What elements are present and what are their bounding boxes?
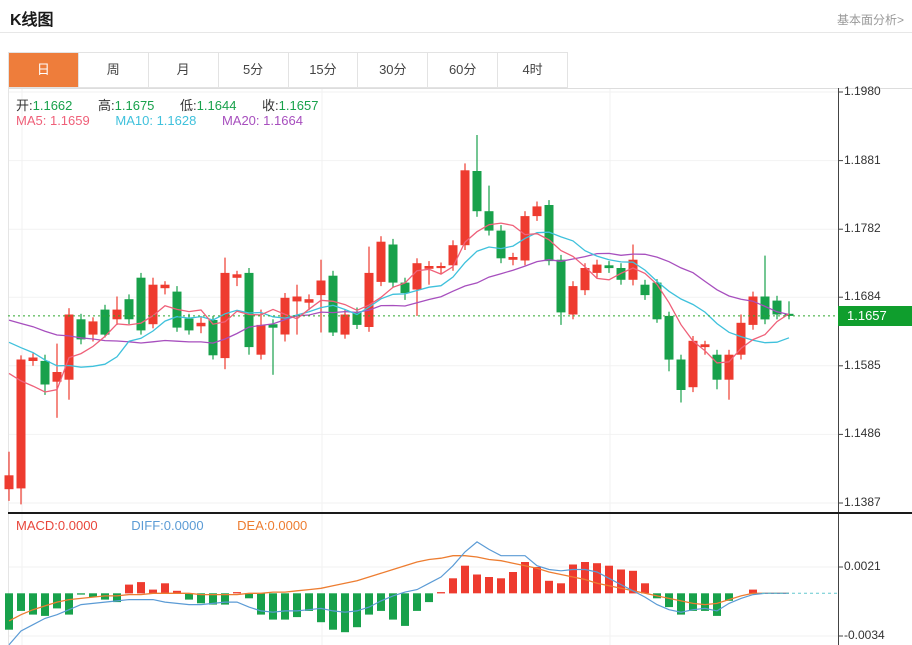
ma5-readout: MA5: 1.1659 bbox=[16, 113, 90, 128]
y-axis-tick: 1.1387 bbox=[844, 495, 908, 509]
ma20-readout: MA20: 1.1664 bbox=[222, 113, 303, 128]
fundamental-analysis-link[interactable]: 基本面分析> bbox=[837, 11, 904, 28]
tab-60min[interactable]: 60分 bbox=[428, 53, 498, 87]
y-axis-tick: 0.0021 bbox=[844, 559, 908, 573]
ohlc-legend: 开:1.1662 高:1.1675 低:1.1644 收:1.1657 bbox=[16, 95, 340, 114]
tab-monthly[interactable]: 月 bbox=[149, 53, 219, 87]
y-axis-tick: -0.0034 bbox=[844, 628, 908, 642]
dea-readout: DEA:0.0000 bbox=[237, 518, 307, 533]
y-axis-tick: 1.1486 bbox=[844, 426, 908, 440]
tab-5min[interactable]: 5分 bbox=[219, 53, 289, 87]
tab-30min[interactable]: 30分 bbox=[358, 53, 428, 87]
diff-readout: DIFF:0.0000 bbox=[131, 518, 203, 533]
tab-daily[interactable]: 日 bbox=[9, 53, 79, 87]
y-axis-tick: 1.1782 bbox=[844, 221, 908, 235]
tab-15min[interactable]: 15分 bbox=[289, 53, 359, 87]
ma-legend: MA5: 1.1659 MA10: 1.1628 MA20: 1.1664 bbox=[16, 113, 325, 128]
kline-page: { "page": {"title": "K线图", "link_label":… bbox=[0, 0, 912, 645]
macd-readout: MACD:0.0000 bbox=[16, 518, 98, 533]
page-title: K线图 bbox=[10, 6, 54, 30]
macd-legend: MACD:0.0000 DIFF:0.0000 DEA:0.0000 bbox=[16, 518, 337, 533]
close-readout: 收:1.1657 bbox=[262, 98, 318, 113]
y-axis-tick: 1.1980 bbox=[844, 84, 908, 98]
y-axis-tick: 1.1585 bbox=[844, 358, 908, 372]
ma10-readout: MA10: 1.1628 bbox=[115, 113, 196, 128]
timeframe-tabs: 日 周 月 5分 15分 30分 60分 4时 bbox=[8, 52, 568, 88]
y-axis-tick: 1.1684 bbox=[844, 289, 908, 303]
high-readout: 高:1.1675 bbox=[98, 98, 154, 113]
open-readout: 开:1.1662 bbox=[16, 98, 72, 113]
y-axis-tick: 1.1881 bbox=[844, 153, 908, 167]
tab-weekly[interactable]: 周 bbox=[79, 53, 149, 87]
low-readout: 低:1.1644 bbox=[180, 98, 236, 113]
current-price-tag: 1.1657 bbox=[838, 306, 912, 326]
tab-4hour[interactable]: 4时 bbox=[498, 53, 567, 87]
